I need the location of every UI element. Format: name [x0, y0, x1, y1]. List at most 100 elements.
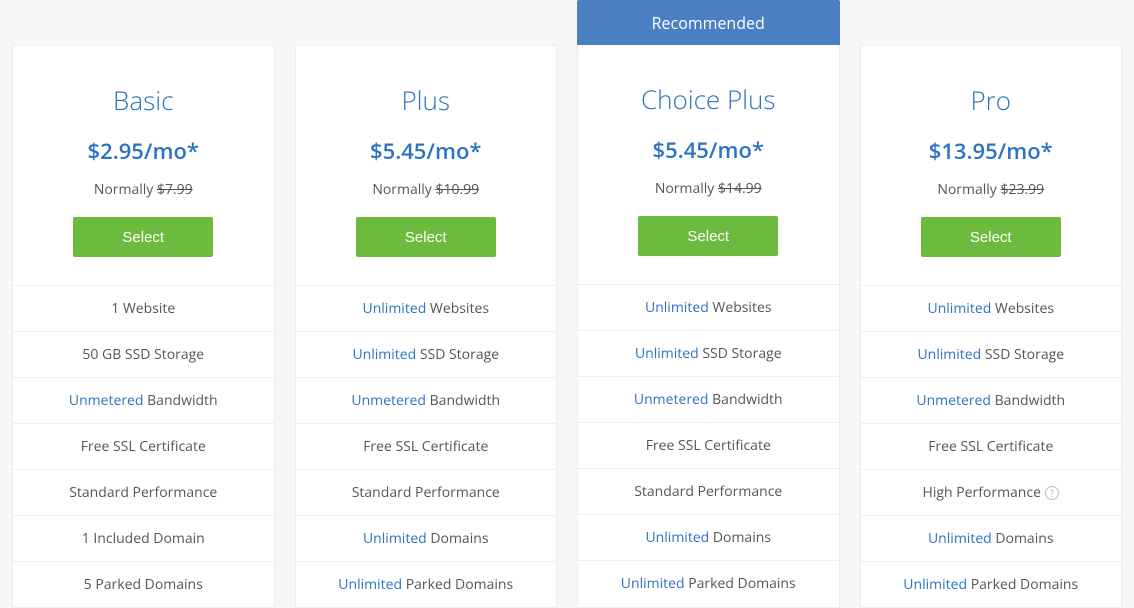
feature-list: Unlimited WebsitesUnlimited SSD StorageU… — [296, 285, 557, 607]
feature-item: Unmetered Bandwidth — [861, 377, 1122, 423]
feature-text: Websites — [430, 299, 489, 318]
normally-price: $14.99 — [718, 179, 762, 198]
select-button-pro[interactable]: Select — [921, 217, 1061, 257]
feature-text: High Performance — [923, 483, 1041, 502]
banner-spacer — [12, 0, 275, 45]
plan-name: Choice Plus — [641, 81, 776, 117]
normally-price: $7.99 — [157, 180, 193, 199]
plan-price: $5.45/mo* — [653, 135, 764, 165]
banner-spacer — [860, 0, 1123, 45]
feature-text: Parked Domains — [971, 575, 1078, 594]
feature-highlight: Unlimited — [362, 299, 426, 318]
feature-item: Unlimited Websites — [578, 284, 839, 330]
feature-item: Unlimited Domains — [578, 514, 839, 560]
feature-highlight: Unlimited — [645, 528, 709, 547]
feature-item: Unlimited Domains — [296, 515, 557, 561]
feature-item: Unlimited Websites — [296, 285, 557, 331]
feature-text: Free SSL Certificate — [646, 436, 771, 455]
feature-text: Standard Performance — [69, 483, 217, 502]
plan-column-plus: Plus $5.45/mo* Normally $10.99 Select Unlimi… — [295, 0, 558, 608]
feature-list: 1 Website 50 GB SSD Storage Unmetered Band… — [13, 285, 274, 607]
feature-highlight: Unlimited — [645, 298, 709, 317]
feature-text: Domains — [430, 529, 488, 548]
feature-highlight: Unmetered — [634, 390, 709, 409]
feature-highlight: Unmetered — [916, 391, 991, 410]
feature-item: Unlimited Parked Domains — [578, 560, 839, 606]
feature-item: High Performance? — [861, 469, 1122, 515]
feature-item: 5 Parked Domains — [13, 561, 274, 607]
plan-normally: Normally $14.99 — [655, 179, 762, 198]
plan-name: Pro — [970, 82, 1011, 118]
feature-item: Free SSL Certificate — [296, 423, 557, 469]
plan-price: $5.45/mo* — [370, 136, 481, 166]
select-button-basic[interactable]: Select — [73, 217, 213, 257]
feature-item: Unlimited SSD Storage — [578, 330, 839, 376]
feature-highlight: Unmetered — [351, 391, 426, 410]
feature-highlight: Unlimited — [917, 345, 981, 364]
feature-text: SSD Storage — [702, 344, 781, 363]
select-button-choice-plus[interactable]: Select — [638, 216, 778, 256]
select-button-plus[interactable]: Select — [356, 217, 496, 257]
feature-item: Free SSL Certificate — [13, 423, 274, 469]
feature-text: Parked Domains — [406, 575, 513, 594]
feature-text: 5 Parked Domains — [84, 575, 203, 594]
plan-column-basic: Basic $2.95/mo* Normally $7.99 Select 1 Webs… — [12, 0, 275, 608]
feature-highlight: Unlimited — [363, 529, 427, 548]
feature-text: Bandwidth — [430, 391, 501, 410]
normally-price: $23.99 — [1000, 180, 1044, 199]
recommended-banner: Recommended — [577, 0, 840, 45]
feature-item: Unlimited Parked Domains — [861, 561, 1122, 607]
plan-card-pro: Pro $13.95/mo* Normally $23.99 Select Unlimi… — [860, 45, 1123, 608]
feature-text: SSD Storage — [985, 345, 1064, 364]
feature-highlight: Unlimited — [352, 345, 416, 364]
normally-price: $10.99 — [435, 180, 479, 199]
banner-spacer — [295, 0, 558, 45]
feature-text: Bandwidth — [147, 391, 218, 410]
normally-prefix: Normally — [372, 180, 432, 199]
plan-card-choice-plus: Choice Plus $5.45/mo* Normally $14.99 Selec… — [577, 45, 840, 608]
feature-item: 1 Website — [13, 285, 274, 331]
feature-text: Free SSL Certificate — [81, 437, 206, 456]
feature-highlight: Unlimited — [903, 575, 967, 594]
feature-item: Unmetered Bandwidth — [296, 377, 557, 423]
feature-highlight: Unlimited — [635, 344, 699, 363]
feature-item: Unmetered Bandwidth — [578, 376, 839, 422]
feature-item: Unlimited Websites — [861, 285, 1122, 331]
feature-item: Unlimited Domains — [861, 515, 1122, 561]
feature-text: Bandwidth — [712, 390, 783, 409]
feature-text: Free SSL Certificate — [928, 437, 1053, 456]
feature-text: 1 Included Domain — [82, 529, 205, 548]
help-icon[interactable]: ? — [1045, 486, 1059, 500]
feature-list: Unlimited WebsitesUnlimited SSD StorageU… — [861, 285, 1122, 607]
feature-highlight: Unlimited — [621, 574, 685, 593]
feature-text: Standard Performance — [352, 483, 500, 502]
feature-item: Unmetered Bandwidth — [13, 377, 274, 423]
normally-prefix: Normally — [937, 180, 997, 199]
feature-text: Websites — [995, 299, 1054, 318]
plan-normally: Normally $7.99 — [94, 180, 193, 199]
feature-item: Standard Performance — [13, 469, 274, 515]
plan-name: Plus — [401, 82, 450, 118]
plan-name: Basic — [113, 82, 173, 118]
feature-text: Standard Performance — [634, 482, 782, 501]
plan-normally: Normally $10.99 — [372, 180, 479, 199]
feature-item: 1 Included Domain — [13, 515, 274, 561]
feature-text: Websites — [712, 298, 771, 317]
feature-text: 50 GB SSD Storage — [82, 345, 204, 364]
feature-item: Standard Performance — [296, 469, 557, 515]
feature-text: Free SSL Certificate — [363, 437, 488, 456]
feature-text: 1 Website — [111, 299, 175, 318]
feature-highlight: Unlimited — [338, 575, 402, 594]
plan-card-basic: Basic $2.95/mo* Normally $7.99 Select 1 Webs… — [12, 45, 275, 608]
pricing-grid: Basic $2.95/mo* Normally $7.99 Select 1 Webs… — [0, 0, 1134, 608]
feature-item: Unlimited SSD Storage — [861, 331, 1122, 377]
plan-card-plus: Plus $5.45/mo* Normally $10.99 Select Unlimi… — [295, 45, 558, 608]
feature-highlight: Unmetered — [69, 391, 144, 410]
feature-item: Standard Performance — [578, 468, 839, 514]
plan-price: $2.95/mo* — [88, 136, 199, 166]
feature-text: Parked Domains — [688, 574, 795, 593]
plan-price: $13.95/mo* — [929, 136, 1053, 166]
plan-column-choice-plus: Recommended Choice Plus $5.45/mo* Normally … — [577, 0, 840, 608]
feature-item: Unlimited SSD Storage — [296, 331, 557, 377]
feature-item: 50 GB SSD Storage — [13, 331, 274, 377]
